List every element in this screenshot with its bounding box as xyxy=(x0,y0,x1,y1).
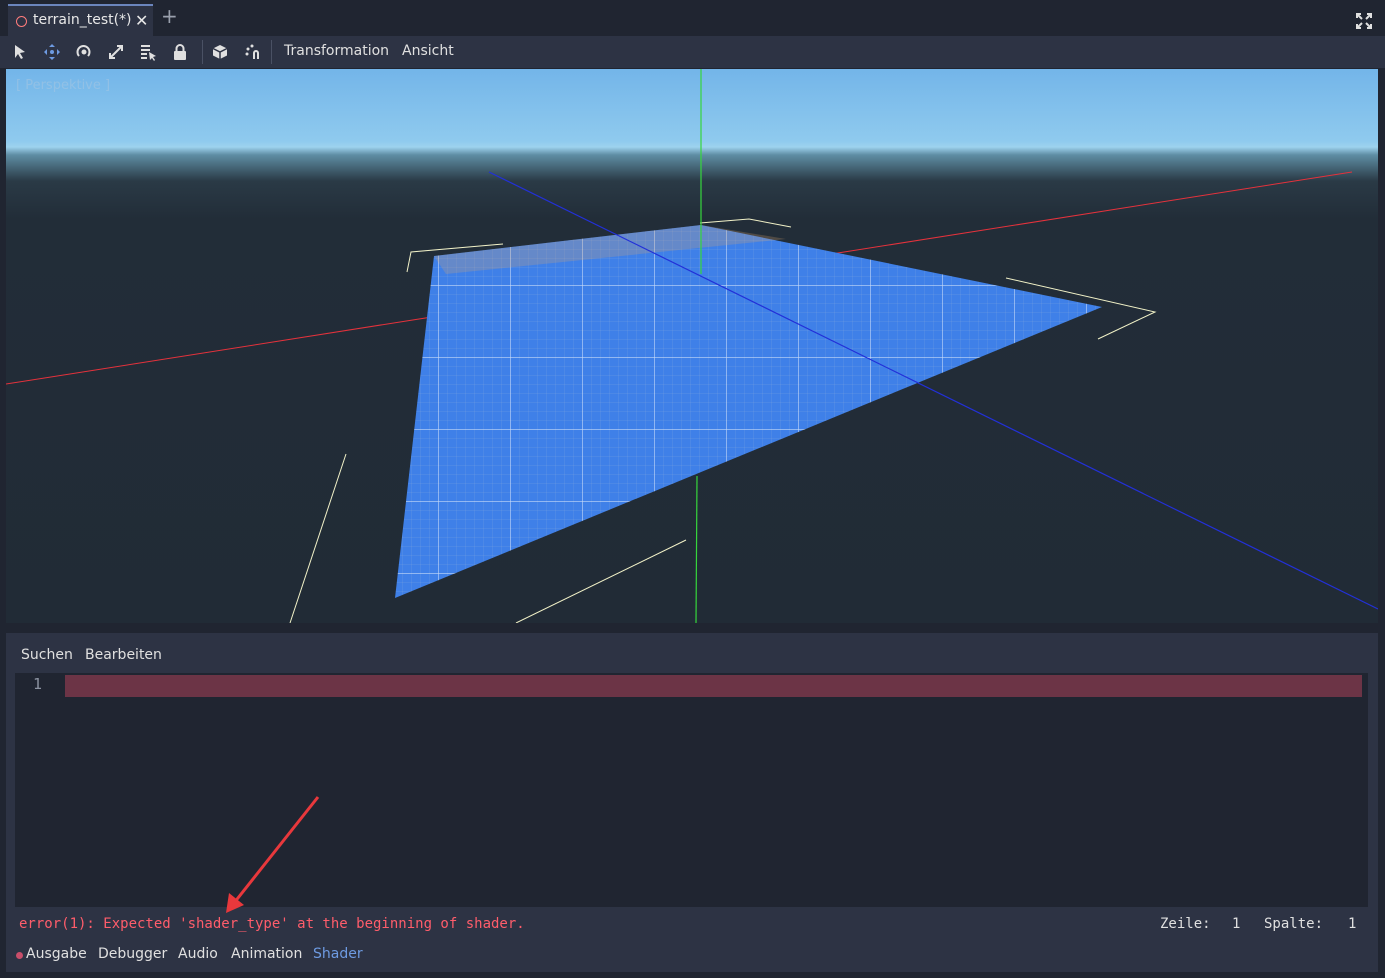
rotate-icon[interactable] xyxy=(75,43,93,61)
viewport-toolbar: Transformation Ansicht xyxy=(0,36,1385,68)
perspective-label[interactable]: [ Perspektive ] xyxy=(16,78,110,93)
snap-icon[interactable] xyxy=(244,43,262,61)
close-icon[interactable]: ✕ xyxy=(135,11,148,30)
tab-shader[interactable]: Shader xyxy=(313,946,363,962)
scale-icon[interactable] xyxy=(107,43,125,61)
list-select-icon[interactable] xyxy=(139,43,157,61)
move-icon[interactable] xyxy=(43,43,61,61)
camera-box-icon[interactable] xyxy=(211,43,229,61)
code-editor[interactable]: 1 xyxy=(15,673,1368,907)
line-label: Zeile: xyxy=(1160,916,1211,932)
tab-animation[interactable]: Animation xyxy=(231,946,302,962)
lock-icon[interactable] xyxy=(171,43,189,61)
menu-bearbeiten[interactable]: Bearbeiten xyxy=(85,647,162,663)
toolbar-separator xyxy=(202,40,203,64)
column-value: 1 xyxy=(1348,916,1357,932)
tab-title: terrain_test(*) xyxy=(33,12,132,28)
shader-editor-panel: Suchen Bearbeiten 1 error(1): Expected '… xyxy=(6,633,1378,972)
viewport-scene xyxy=(6,69,1378,623)
tab-audio[interactable]: Audio xyxy=(178,946,218,962)
line-value: 1 xyxy=(1232,916,1241,932)
add-tab-icon[interactable]: + xyxy=(161,6,178,26)
menu-suchen[interactable]: Suchen xyxy=(21,647,73,663)
tab-ausgabe[interactable]: Ausgabe xyxy=(26,946,87,962)
menu-ansicht[interactable]: Ansicht xyxy=(402,43,454,59)
select-icon[interactable] xyxy=(11,43,29,61)
error-message: error(1): Expected 'shader_type' at the … xyxy=(19,916,525,932)
scene-circle-icon xyxy=(16,16,27,27)
fullscreen-icon[interactable] xyxy=(1355,12,1373,30)
error-line-highlight xyxy=(65,675,1362,697)
menu-transformation[interactable]: Transformation xyxy=(284,43,389,59)
toolbar-separator xyxy=(271,40,272,64)
column-label: Spalte: xyxy=(1264,916,1324,932)
tab-terrain-test[interactable]: terrain_test(*) ✕ xyxy=(8,4,153,36)
line-number: 1 xyxy=(33,675,43,693)
output-warning-dot xyxy=(16,952,23,959)
tab-debugger[interactable]: Debugger xyxy=(98,946,167,962)
scene-tab-bar: terrain_test(*) ✕ + xyxy=(0,0,1385,36)
3d-viewport[interactable]: [ Perspektive ] xyxy=(6,69,1378,623)
